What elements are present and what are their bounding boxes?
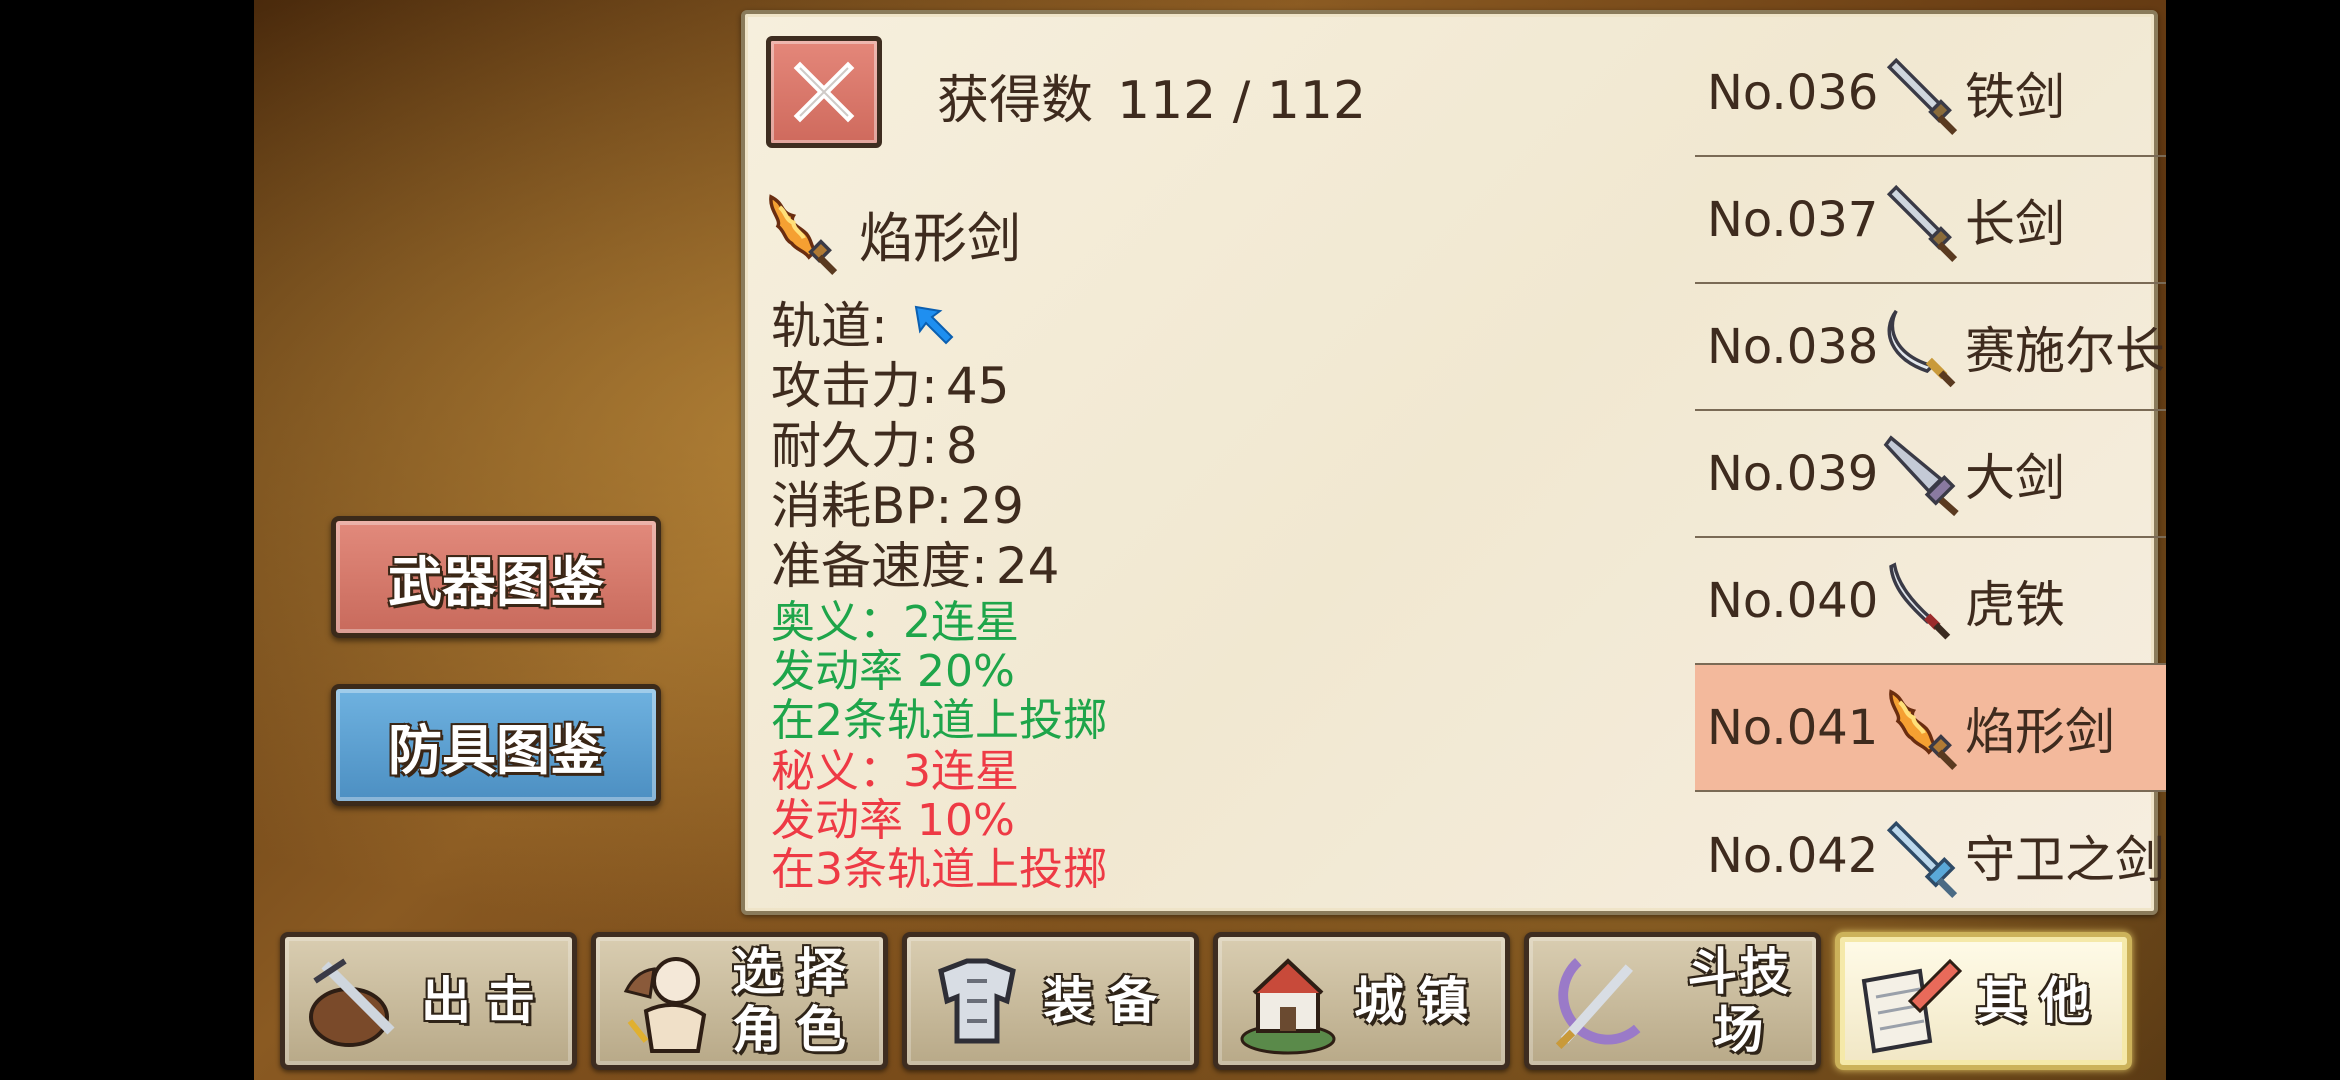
tab-label-line1: 选择 bbox=[732, 943, 860, 1001]
list-item-name: 焰形剑 bbox=[1965, 702, 2115, 761]
tab-label: 装备 bbox=[1043, 972, 1171, 1030]
bottom-nav: 出击 选择 角色 装备 城镇 斗技场 其他 bbox=[280, 932, 2132, 1070]
skill-secret-rate: 发动率 10% bbox=[771, 795, 1015, 846]
durability-label: 耐久力: bbox=[771, 417, 938, 475]
bp-label: 消耗BP: bbox=[771, 477, 953, 535]
list-item-name: 大剑 bbox=[1965, 448, 2065, 507]
skill-secret-title: 秘义：3连星 bbox=[771, 746, 1019, 797]
speed-value: 24 bbox=[995, 537, 1060, 595]
stat-bp-cost: 消耗BP: 29 bbox=[771, 476, 1107, 536]
tab-label-line2: 角色 bbox=[732, 1001, 860, 1059]
tab-other[interactable]: 其他 bbox=[1835, 932, 2132, 1070]
skill-primary: 奥义：2连星 发动率 20% 在2条轨道上投掷 bbox=[771, 598, 1107, 745]
skill-secret-desc: 在3条轨道上投掷 bbox=[771, 844, 1107, 895]
list-item-name: 长剑 bbox=[1965, 194, 2065, 253]
tab-label: 选择 角色 bbox=[732, 943, 860, 1059]
flame-sword-icon bbox=[759, 190, 845, 276]
list-item-name: 守卫之剑 bbox=[1965, 830, 2165, 889]
count-label: 获得数 bbox=[937, 71, 1094, 131]
skill-primary-desc: 在2条轨道上投掷 bbox=[771, 695, 1107, 746]
character-icon bbox=[623, 957, 707, 1053]
speed-label: 准备速度: bbox=[771, 537, 988, 595]
tab-label: 出击 bbox=[421, 972, 549, 1030]
list-item[interactable]: No.036 铁剑 bbox=[1695, 30, 2166, 157]
weapon-catalog-panel: 获得数 112 / 112 焰形剑 轨道: 攻击力: 45 耐久力: 8 消耗BP: 2… bbox=[741, 10, 2166, 915]
orbit-arrow-icon bbox=[914, 305, 954, 345]
list-item[interactable]: No.039 大剑 bbox=[1695, 411, 2166, 538]
durability-value: 8 bbox=[945, 417, 978, 475]
orbit-label: 轨道: bbox=[771, 297, 888, 355]
list-item-number: No.040 bbox=[1707, 572, 1879, 629]
tab-arena[interactable]: 斗技场 bbox=[1524, 932, 1821, 1070]
iron-sword-icon bbox=[1879, 50, 1965, 136]
stat-prep-speed: 准备速度: 24 bbox=[771, 536, 1107, 596]
stat-durability: 耐久力: 8 bbox=[771, 416, 1107, 476]
list-item-number: No.042 bbox=[1707, 827, 1879, 884]
scimitar-icon bbox=[1887, 309, 1956, 387]
list-item-name: 赛施尔长刀 bbox=[1965, 321, 2166, 380]
stat-orbit: 轨道: bbox=[771, 296, 1107, 356]
list-item[interactable]: No.040 虎铁 bbox=[1695, 538, 2166, 665]
game-screen: 武器图鉴 防具图鉴 获得数 112 / 112 焰形剑 轨道: 攻击力:45 bbox=[254, 0, 2166, 1080]
count-value: 112 / 112 bbox=[1117, 71, 1367, 131]
weapon-catalog-button[interactable]: 武器图鉴 bbox=[331, 516, 661, 638]
selected-weapon-name: 焰形剑 bbox=[859, 206, 1021, 270]
list-item-number: No.036 bbox=[1707, 64, 1879, 121]
guardian-sword-icon bbox=[1886, 820, 1958, 898]
long-sword-icon bbox=[1879, 177, 1965, 263]
tab-select-character[interactable]: 选择 角色 bbox=[591, 932, 888, 1070]
tab-equipment[interactable]: 装备 bbox=[902, 932, 1199, 1070]
arena-icon bbox=[1555, 958, 1641, 1049]
list-item-number: No.037 bbox=[1707, 191, 1879, 248]
flame-sword-icon bbox=[1879, 685, 1965, 771]
list-item-number: No.039 bbox=[1707, 445, 1879, 502]
great-sword-icon bbox=[1883, 434, 1959, 516]
skill-primary-title: 奥义：2连星 bbox=[771, 597, 1019, 648]
attack-value: 45 bbox=[945, 357, 1010, 415]
bp-value: 29 bbox=[960, 477, 1024, 535]
list-item-number: No.041 bbox=[1707, 699, 1879, 756]
armor-icon bbox=[938, 958, 1016, 1044]
skill-primary-rate: 发动率 20% bbox=[771, 646, 1015, 697]
tab-label: 斗技场 bbox=[1687, 943, 1792, 1059]
list-item-selected[interactable]: No.041 焰形剑 bbox=[1695, 665, 2166, 792]
close-icon bbox=[793, 61, 855, 123]
close-button[interactable] bbox=[766, 36, 882, 148]
weapon-list[interactable]: No.036 铁剑 No.037 长剑 No.038 赛施尔长刀 No.039 bbox=[1695, 30, 2166, 919]
skill-secret: 秘义：3连星 发动率 10% 在3条轨道上投掷 bbox=[771, 747, 1107, 894]
armor-catalog-button[interactable]: 防具图鉴 bbox=[331, 684, 661, 806]
selected-weapon: 焰形剑 bbox=[759, 190, 1021, 276]
weapon-stats: 轨道: 攻击力: 45 耐久力: 8 消耗BP: 29 准备速度: 24 奥义：2连星 … bbox=[771, 296, 1107, 894]
other-icon bbox=[1861, 958, 1963, 1054]
stat-attack: 攻击力: 45 bbox=[771, 356, 1107, 416]
tab-town[interactable]: 城镇 bbox=[1213, 932, 1510, 1070]
katana-icon bbox=[1889, 561, 1951, 640]
tab-label: 城镇 bbox=[1354, 972, 1482, 1030]
list-item-name: 铁剑 bbox=[1965, 67, 2065, 126]
tab-label: 其他 bbox=[1976, 972, 2104, 1030]
list-item-number: No.038 bbox=[1707, 318, 1879, 375]
list-item-name: 虎铁 bbox=[1965, 575, 2065, 634]
attack-label: 攻击力: bbox=[771, 357, 938, 415]
sortie-icon bbox=[309, 958, 395, 1047]
collection-count: 获得数 112 / 112 bbox=[937, 58, 1366, 133]
tab-sortie[interactable]: 出击 bbox=[280, 932, 577, 1070]
list-item[interactable]: No.042 守卫之剑 bbox=[1695, 792, 2166, 919]
list-item[interactable]: No.037 长剑 bbox=[1695, 157, 2166, 284]
town-icon bbox=[1240, 958, 1336, 1055]
list-item[interactable]: No.038 赛施尔长刀 bbox=[1695, 284, 2166, 411]
